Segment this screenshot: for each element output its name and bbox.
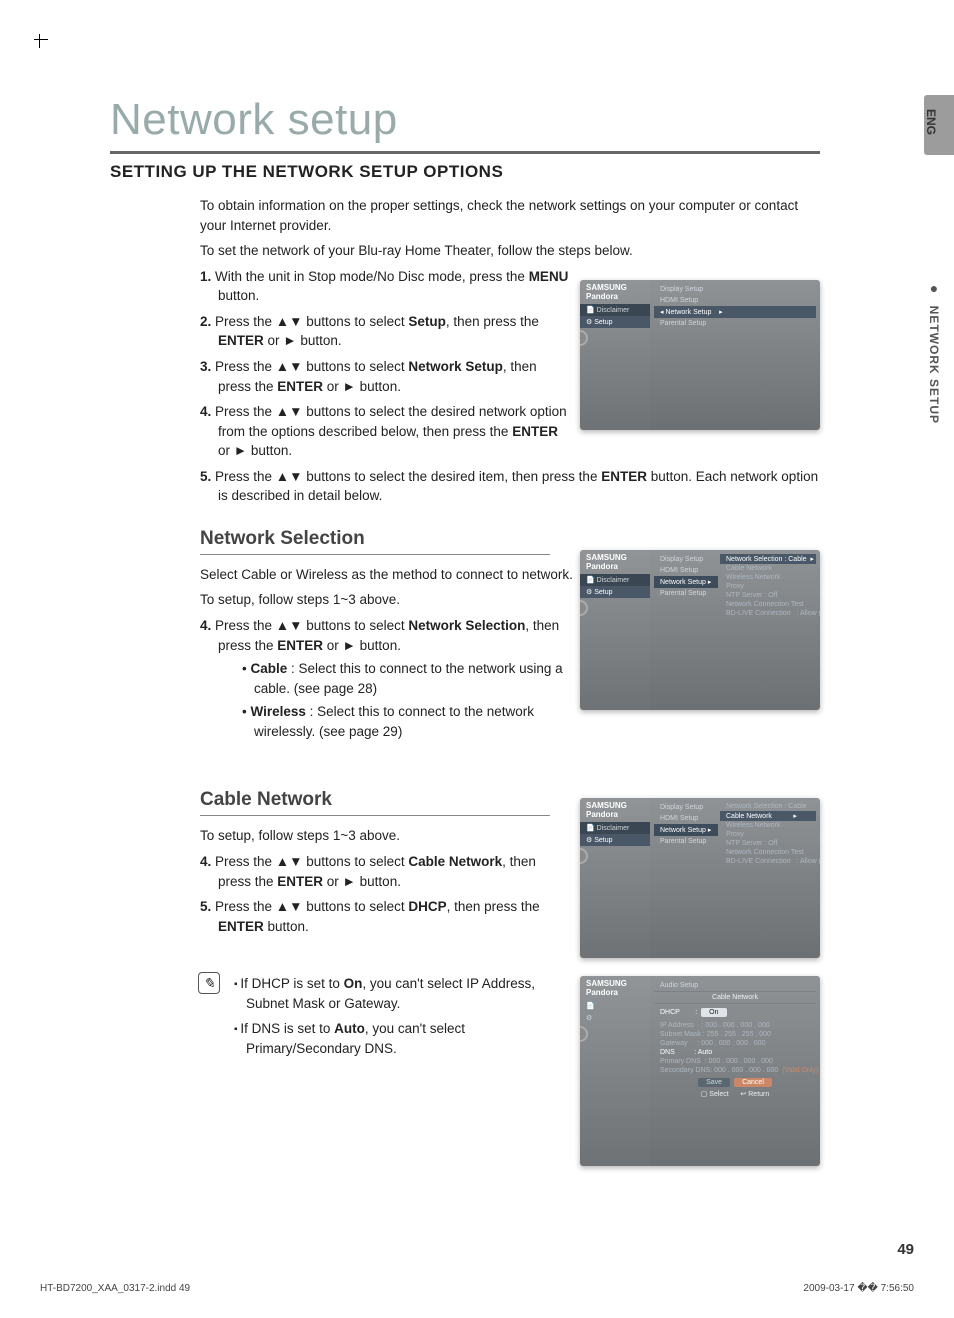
cablenet-steps: 4. Press the ▲▼ buttons to select Cable …	[200, 852, 570, 936]
cablenet-step-4: 4. Press the ▲▼ buttons to select Cable …	[200, 852, 570, 891]
step-2: 2. Press the ▲▼ buttons to select Setup,…	[200, 312, 570, 351]
page-title: Network setup	[110, 95, 830, 145]
step-5: 5. Press the ▲▼ buttons to select the de…	[200, 467, 820, 506]
setup-steps-cont: 5. Press the ▲▼ buttons to select the de…	[200, 467, 820, 506]
screenshot-network-selection: SAMSUNG Pandora 📄 Disclaimer ⚙ Setup Dis…	[580, 550, 820, 710]
note-2: If DNS is set to Auto, you can't select …	[234, 1019, 580, 1058]
side-section-label: ● NETWORK SETUP	[926, 280, 942, 424]
netsel-desc: Select Cable or Wireless as the method t…	[200, 565, 580, 585]
section-heading: SETTING UP THE NETWORK SETUP OPTIONS	[110, 162, 830, 182]
language-tab: ENG	[924, 95, 954, 155]
cablenet-step-5: 5. Press the ▲▼ buttons to select DHCP, …	[200, 897, 570, 936]
cablenet-setup-ref: To setup, follow steps 1~3 above.	[200, 826, 580, 846]
step-4: 4. Press the ▲▼ buttons to select the de…	[200, 402, 570, 461]
note-block: ✎ If DHCP is set to On, you can't select…	[200, 974, 580, 1058]
step-1: 1. With the unit in Stop mode/No Disc mo…	[200, 267, 570, 306]
footer-timestamp: 2009-03-17 �� 7:56:50	[803, 1283, 914, 1294]
screenshot-cable-network: SAMSUNG Pandora 📄 Disclaimer ⚙ Setup Dis…	[580, 798, 820, 958]
intro-text-1: To obtain information on the proper sett…	[200, 196, 820, 235]
footer: HT-BD7200_XAA_0317-2.indd 49 2009-03-17 …	[40, 1283, 914, 1294]
footer-file: HT-BD7200_XAA_0317-2.indd 49	[40, 1283, 190, 1294]
intro-text-2: To set the network of your Blu-ray Home …	[200, 241, 820, 261]
netsel-option-wireless: Wireless : Select this to connect to the…	[242, 702, 570, 741]
netsel-setup-ref: To setup, follow steps 1~3 above.	[200, 590, 580, 610]
screenshot-setup-menu: SAMSUNG Pandora 📄 Disclaimer ⚙ Setup Dis…	[580, 280, 820, 430]
note-icon: ✎	[198, 972, 220, 994]
page-number: 49	[897, 1241, 914, 1258]
netsel-option-cable: Cable : Select this to connect to the ne…	[242, 659, 570, 698]
netsel-step-4: 4. Press the ▲▼ buttons to select Networ…	[200, 616, 570, 741]
setup-steps: 1. With the unit in Stop mode/No Disc mo…	[200, 267, 570, 461]
screenshot-dhcp-settings: SAMSUNG Pandora 📄 ⚙ Audio Setup Cable Ne…	[580, 976, 820, 1166]
subheading-network-selection: Network Selection	[200, 528, 830, 550]
step-3: 3. Press the ▲▼ buttons to select Networ…	[200, 357, 570, 396]
language-tab-label: ENG	[924, 95, 938, 135]
netsel-steps: 4. Press the ▲▼ buttons to select Networ…	[200, 616, 570, 741]
note-1: If DHCP is set to On, you can't select I…	[234, 974, 580, 1013]
